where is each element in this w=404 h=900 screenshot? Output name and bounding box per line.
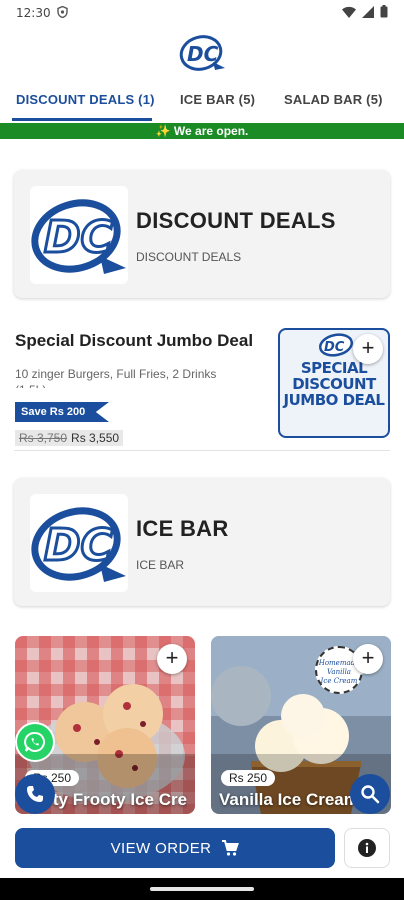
active-tab-indicator [12, 118, 152, 121]
svg-text:DC: DC [44, 212, 113, 263]
info-icon [358, 839, 376, 857]
home-gesture-handle[interactable] [150, 887, 254, 891]
search-button[interactable] [350, 774, 390, 814]
category-card-discount-deals[interactable]: DC DISCOUNT DEALS DISCOUNT DEALS [14, 170, 390, 298]
category-logo: DC [30, 186, 128, 284]
view-order-button[interactable]: VIEW ORDER [15, 828, 335, 868]
category-subtitle: DISCOUNT DEALS [136, 250, 242, 264]
whatsapp-button[interactable] [15, 722, 55, 762]
category-card-ice-bar[interactable]: DC ICE BAR ICE BAR [14, 478, 390, 606]
signal-icon [362, 5, 374, 21]
battery-icon [380, 5, 388, 21]
product-price: Rs 250 [221, 770, 275, 786]
shield-icon [56, 5, 68, 21]
deal-image-text: SPECIAL DISCOUNT JUMBO DEAL [283, 359, 385, 409]
system-navigation-bar [0, 878, 404, 900]
category-logo: DC [30, 494, 128, 592]
search-icon [361, 785, 380, 804]
cart-icon [222, 840, 240, 856]
call-button[interactable] [15, 774, 55, 814]
category-tabs: DISCOUNT DEALS (1) ICE BAR (5) SALAD BAR… [0, 86, 404, 121]
save-badge: Save Rs 200 [15, 402, 109, 422]
menu-item-jumbo-deal[interactable]: Special Discount Jumbo Deal 10 zinger Bu… [0, 314, 404, 450]
item-description: 10 zinger Burgers, Full Fries, 2 Drinks … [15, 367, 217, 388]
add-item-button[interactable]: + [353, 644, 383, 674]
add-item-button[interactable]: + [157, 644, 187, 674]
category-title: DISCOUNT DEALS [136, 208, 336, 233]
open-status-banner: ✨ We are open. [0, 123, 404, 139]
whatsapp-icon [24, 731, 46, 752]
status-bar: 12:30 [0, 0, 404, 26]
tab-salad-bar[interactable]: SALAD BAR (5) [284, 92, 383, 107]
svg-text:DC: DC [324, 340, 345, 355]
category-title: ICE BAR [136, 516, 229, 541]
add-item-button[interactable]: + [353, 334, 383, 364]
tab-discount-deals[interactable]: DISCOUNT DEALS (1) [16, 92, 155, 107]
category-subtitle: ICE BAR [136, 558, 185, 572]
item-name: Special Discount Jumbo Deal [15, 331, 254, 350]
info-button[interactable] [344, 828, 390, 868]
svg-text:DC: DC [187, 42, 219, 66]
view-order-label: VIEW ORDER [110, 839, 212, 857]
wifi-icon [342, 6, 356, 21]
svg-text:DC: DC [44, 520, 113, 571]
status-time: 12:30 [16, 6, 51, 20]
divider [14, 450, 390, 451]
brand-logo: DC [179, 32, 227, 74]
new-price: Rs 3,550 [71, 431, 120, 445]
old-price: Rs 3,750 [19, 431, 68, 445]
tab-ice-bar[interactable]: ICE BAR (5) [180, 92, 255, 107]
item-price: Rs 3,750 Rs 3,550 [15, 430, 124, 446]
phone-icon [27, 786, 43, 802]
